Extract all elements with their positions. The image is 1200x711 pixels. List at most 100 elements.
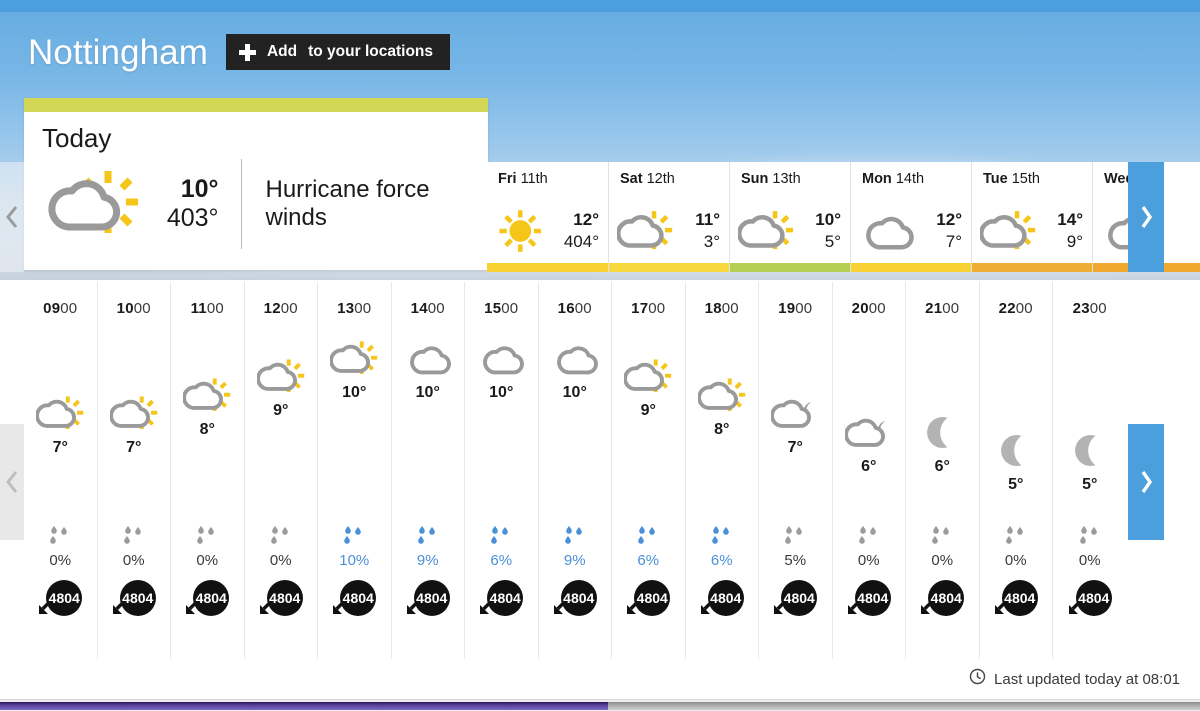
hour-temperature-graph: 8° — [171, 321, 244, 521]
precipitation-value: 9% — [416, 552, 439, 569]
wind-speed: 4804 — [413, 580, 450, 616]
hour-forecast-column[interactable]: 0900 7° 0% 4804 — [24, 282, 98, 659]
day-forecast-column[interactable]: Fri 11th 12° 404° — [487, 162, 608, 272]
hour-temperature: 6° — [861, 458, 877, 475]
day-date: 13th — [772, 171, 801, 187]
wind-badge[interactable]: 4804 — [479, 580, 524, 620]
hour-forecast-column[interactable]: 2100 6° 0% 4804 — [906, 282, 980, 659]
hour-forecast-column[interactable]: 1400 10° 9% 4804 — [391, 282, 465, 659]
day-date: 14th — [895, 171, 925, 187]
wind-badge[interactable]: 4804 — [847, 580, 891, 620]
day-name: Sat — [620, 171, 643, 187]
hour-forecast-column[interactable]: 1300 10° 10% 4804 — [318, 282, 392, 659]
hour-precipitation: 0% — [930, 525, 954, 569]
wind-badge[interactable]: 4804 — [406, 580, 450, 620]
hourly-forecast-strip[interactable]: 0900 7° 0% 4804 1000 7° 0% 4804 1100 8° … — [24, 282, 1200, 659]
hour-temperature: 8° — [199, 421, 215, 438]
hour-forecast-column[interactable]: 1500 10° 6% 4804 — [465, 282, 539, 659]
wind-badge[interactable]: 4804 — [332, 580, 377, 620]
wind-badge[interactable]: 4804 — [626, 580, 671, 620]
page-scrollbar-thumb[interactable] — [0, 702, 608, 710]
raindrops-icon — [930, 525, 954, 550]
moon-behind-cloud-icon — [843, 413, 893, 457]
today-low: 403° — [166, 204, 219, 232]
hour-forecast-column[interactable]: 1900 7° 5% 4804 — [759, 282, 833, 659]
hour-temperature: 9° — [273, 402, 289, 419]
hour-temperature: 7° — [787, 439, 803, 456]
wind-badge[interactable]: 4804 — [773, 580, 818, 620]
hour-forecast-column[interactable]: 2300 5° 0% 4804 — [1053, 282, 1127, 659]
hour-forecast-column[interactable]: 1600 10° 9% 4804 — [538, 282, 612, 659]
precipitation-value: 0% — [931, 552, 954, 569]
day-high: 12° — [936, 209, 962, 229]
daily-prev-button[interactable] — [0, 162, 24, 272]
day-date: 15th — [1011, 171, 1040, 187]
raindrops-icon — [195, 525, 219, 550]
today-high: 10° — [180, 174, 219, 203]
hour-forecast-column[interactable]: 2200 5° 0% 4804 — [979, 282, 1053, 659]
hour-time: 1000 — [116, 300, 151, 317]
sun-icon — [495, 208, 551, 254]
today-accent-bar — [24, 98, 488, 112]
hour-forecast-column[interactable]: 1000 7° 0% 4804 — [97, 282, 171, 659]
hour-temperature-graph: 10° — [465, 321, 538, 521]
day-name: Tue — [983, 171, 1008, 187]
wind-speed: 4804 — [487, 580, 524, 616]
hour-temperature: 7° — [52, 439, 68, 456]
page-header: Nottingham Add to your locations — [28, 34, 450, 70]
hour-temperature-graph: 6° — [833, 321, 906, 521]
day-date: 11th — [520, 171, 548, 187]
wind-speed: 4804 — [634, 580, 671, 616]
wind-badge[interactable]: 4804 — [38, 580, 83, 620]
wind-badge[interactable]: 4804 — [112, 580, 156, 620]
precipitation-value: 0% — [1004, 552, 1027, 569]
wind-badge[interactable]: 4804 — [700, 580, 744, 620]
precipitation-value: 9% — [563, 552, 586, 569]
daily-next-button[interactable] — [1128, 162, 1164, 272]
hour-forecast-column[interactable]: 2000 6° 0% 4804 — [832, 282, 906, 659]
hour-forecast-column[interactable]: 1700 9° 6% 4804 — [612, 282, 686, 659]
raindrops-icon — [122, 525, 146, 550]
hour-forecast-column[interactable]: 1200 9° 0% 4804 — [244, 282, 318, 659]
wind-badge[interactable]: 4804 — [1068, 580, 1112, 620]
day-date: 12th — [646, 171, 675, 187]
hour-temperature: 10° — [562, 384, 587, 401]
day-label: Mon 14th — [851, 162, 971, 187]
hour-precipitation: 0% — [1004, 525, 1028, 569]
hourly-next-button[interactable] — [1128, 424, 1164, 540]
add-to-locations-button[interactable]: Add to your locations — [225, 34, 450, 70]
hour-temperature-graph: 9° — [245, 321, 318, 521]
raindrops-icon — [1078, 525, 1102, 550]
hour-precipitation: 0% — [269, 525, 293, 569]
day-forecast-column[interactable]: Mon 14th 12° 7° — [850, 162, 971, 272]
day-forecast-column[interactable]: Tue 15th 14° 9° — [971, 162, 1092, 272]
hour-time: 2100 — [925, 300, 960, 317]
wind-badge[interactable]: 4804 — [920, 580, 965, 620]
day-forecast-column[interactable]: Sun 13th 10° 5° — [729, 162, 850, 272]
sun-behind-cloud-icon — [623, 357, 672, 401]
hour-temperature-graph: 7° — [759, 321, 832, 521]
wind-badge[interactable]: 4804 — [259, 580, 303, 620]
hour-temperature: 10° — [415, 384, 440, 401]
hour-precipitation: 6% — [489, 525, 513, 569]
today-weather-icon — [42, 165, 146, 243]
hourly-prev-button[interactable] — [0, 424, 24, 540]
wind-speed: 4804 — [340, 580, 377, 616]
day-high: 11° — [695, 209, 720, 229]
daily-forecast-strip[interactable]: Fri 11th 12° 404° Sat 12th 11° 3° Sun 13… — [487, 162, 1200, 272]
day-forecast-column[interactable]: Sat 12th 11° 3° — [608, 162, 729, 272]
day-accent-bar — [487, 263, 608, 272]
sun-behind-cloud-icon — [108, 394, 158, 438]
hour-forecast-column[interactable]: 1100 8° 0% 4804 — [171, 282, 245, 659]
day-low: 5° — [824, 231, 841, 251]
today-warning: Hurricane force winds — [265, 176, 430, 231]
add-button-label-rest: to your locations — [308, 43, 433, 60]
today-card[interactable]: Today 10° 403° Hurricane force winds — [24, 98, 488, 270]
hour-precipitation: 10% — [339, 525, 369, 569]
wind-badge[interactable]: 4804 — [185, 580, 230, 620]
page-title: Nottingham — [28, 32, 208, 72]
hour-precipitation: 6% — [710, 525, 734, 569]
wind-badge[interactable]: 4804 — [553, 580, 597, 620]
hour-forecast-column[interactable]: 1800 8° 6% 4804 — [685, 282, 759, 659]
wind-badge[interactable]: 4804 — [994, 580, 1038, 620]
